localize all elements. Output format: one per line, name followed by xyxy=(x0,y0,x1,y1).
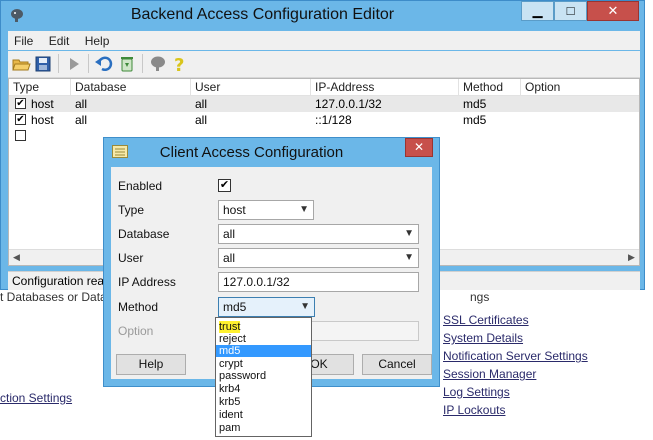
column-header-user[interactable]: User xyxy=(191,79,311,95)
column-header-type[interactable]: Type xyxy=(9,79,71,95)
undo-icon[interactable] xyxy=(94,54,114,74)
row-enabled-checkbox[interactable] xyxy=(15,130,26,141)
background-link-ssl[interactable]: SSL Certificates xyxy=(443,313,529,327)
chevron-down-icon: ▼ xyxy=(404,252,414,263)
enabled-checkbox[interactable]: ✔ xyxy=(218,179,231,192)
row-database: all xyxy=(75,113,88,127)
dialog-close-button[interactable]: ✕ xyxy=(405,138,433,157)
column-header-ip-address[interactable]: IP-Address xyxy=(311,79,459,95)
row-ip-address: 127.0.0.1/32 xyxy=(315,97,382,111)
option-label: Option xyxy=(118,324,154,338)
background-link-ip-lockouts[interactable]: IP Lockouts xyxy=(443,403,505,417)
method-option-reject[interactable]: reject xyxy=(216,333,311,345)
help-button[interactable]: Help xyxy=(116,354,186,375)
method-option-crypt[interactable]: crypt xyxy=(216,358,311,370)
method-option-trust[interactable]: trust xyxy=(216,321,311,333)
menu-edit[interactable]: Edit xyxy=(43,31,76,50)
method-option-pam[interactable]: pam xyxy=(216,422,311,434)
menu-file[interactable]: File xyxy=(8,31,39,50)
dialog-title: Client Access Configuration xyxy=(159,144,344,161)
method-option-trust-label: trust xyxy=(219,321,241,333)
method-option-password[interactable]: password xyxy=(216,370,311,382)
method-select[interactable]: md5 ▼ xyxy=(218,297,315,317)
scroll-right-icon[interactable]: ▶ xyxy=(625,251,638,264)
cancel-button[interactable]: Cancel xyxy=(362,354,432,375)
scroll-left-icon[interactable]: ◀ xyxy=(10,251,23,264)
close-icon: ✕ xyxy=(607,3,619,18)
database-label: Database xyxy=(118,227,170,241)
background-partial-text-right: ngs xyxy=(470,290,490,304)
background-link-log-settings[interactable]: Log Settings xyxy=(443,385,510,399)
svg-text:?: ? xyxy=(174,55,184,74)
background-link-settings[interactable]: ction Settings xyxy=(0,391,72,405)
ip-address-field[interactable]: 127.0.0.1/32 xyxy=(218,272,419,292)
row-method: md5 xyxy=(463,113,487,127)
user-value: all xyxy=(223,251,236,265)
method-option-krb5[interactable]: krb5 xyxy=(216,396,311,408)
help-icon[interactable]: ? xyxy=(170,54,190,74)
database-select[interactable]: all ▼ xyxy=(218,224,419,244)
row-user: all xyxy=(195,97,208,111)
background-link-system-details[interactable]: System Details xyxy=(443,331,523,345)
column-header-option[interactable]: Option xyxy=(521,79,639,95)
minimize-button[interactable]: ▁ xyxy=(521,1,554,21)
method-value: md5 xyxy=(223,300,247,314)
main-window-title: Backend Access Configuration Editor xyxy=(130,6,395,23)
type-select[interactable]: host ▼ xyxy=(218,200,314,220)
user-select[interactable]: all ▼ xyxy=(218,248,419,268)
row-ip-address: ::1/128 xyxy=(315,113,352,127)
method-option-ident[interactable]: ident xyxy=(216,409,311,421)
table-row[interactable]: ✔ host all all 127.0.0.1/32 md5 xyxy=(9,96,639,112)
method-option-md5[interactable]: md5 xyxy=(216,345,311,357)
toolbar-separator xyxy=(58,54,59,73)
close-button[interactable]: ✕ xyxy=(587,1,639,21)
row-user: all xyxy=(195,113,208,127)
method-option-krb4[interactable]: krb4 xyxy=(216,383,311,395)
menu-help[interactable]: Help xyxy=(79,31,116,50)
column-header-method[interactable]: Method xyxy=(459,79,521,95)
method-dropdown-list[interactable]: trust reject md5 crypt password krb4 krb… xyxy=(215,317,312,437)
table-row[interactable]: ✔ host all all ::1/128 md5 xyxy=(9,112,639,128)
user-label: User xyxy=(118,251,144,265)
type-value: host xyxy=(223,203,246,217)
open-folder-icon[interactable] xyxy=(11,54,31,74)
main-titlebar[interactable]: Backend Access Configuration Editor ▁ □ … xyxy=(1,1,644,31)
toolbar: ? xyxy=(8,51,640,78)
database-value: all xyxy=(223,227,236,241)
row-method: md5 xyxy=(463,97,487,111)
play-icon[interactable] xyxy=(64,54,84,74)
background-partial-text: t Databases or Datase xyxy=(0,290,120,304)
row-database: all xyxy=(75,97,88,111)
column-header-database[interactable]: Database xyxy=(71,79,191,95)
save-icon[interactable] xyxy=(33,54,53,74)
row-type: host xyxy=(31,97,54,111)
method-label: Method xyxy=(118,300,159,314)
list-header: Type Database User IP-Address Method Opt… xyxy=(9,79,639,96)
row-enabled-checkbox[interactable]: ✔ xyxy=(15,98,26,109)
toolbar-separator xyxy=(142,54,143,73)
minimize-icon: ▁ xyxy=(532,3,543,18)
row-type: host xyxy=(31,113,54,127)
toolbar-separator xyxy=(88,54,89,73)
background-link-notification[interactable]: Notification Server Settings xyxy=(443,349,588,363)
type-label: Type xyxy=(118,203,145,217)
ip-address-label: IP Address xyxy=(118,275,176,289)
row-enabled-checkbox[interactable]: ✔ xyxy=(15,114,26,125)
background-link-session-manager[interactable]: Session Manager xyxy=(443,367,536,381)
menubar: File Edit Help xyxy=(8,31,640,50)
maximize-icon: □ xyxy=(566,3,575,18)
enabled-label: Enabled xyxy=(118,179,163,193)
chevron-down-icon: ▼ xyxy=(404,228,414,239)
chevron-down-icon: ▼ xyxy=(299,204,309,215)
elephant-icon[interactable] xyxy=(148,54,168,74)
chevron-down-icon: ▼ xyxy=(300,301,310,312)
recycle-icon[interactable] xyxy=(117,54,137,74)
maximize-button[interactable]: □ xyxy=(554,1,587,21)
close-icon: ✕ xyxy=(413,140,425,154)
